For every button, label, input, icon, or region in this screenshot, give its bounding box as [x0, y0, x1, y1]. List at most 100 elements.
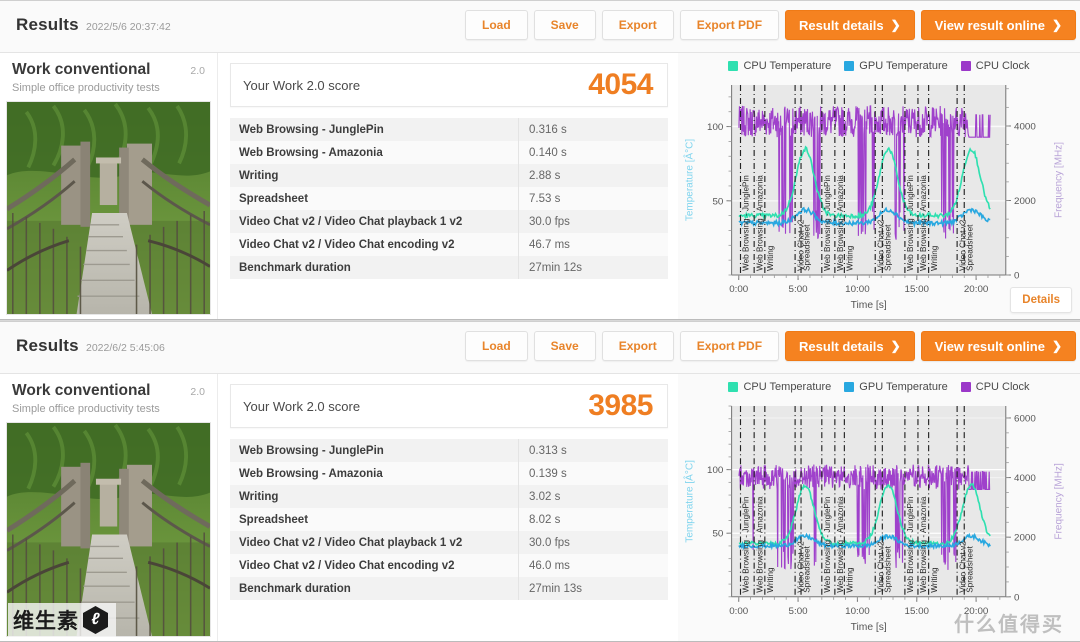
row-value: 7.53 s — [518, 187, 668, 210]
row-label: Writing — [239, 490, 279, 503]
table-row: Web Browsing - JunglePin 0.313 s — [230, 439, 668, 462]
view-result-online-button[interactable]: View result online ❯ — [920, 10, 1076, 40]
view-result-online-button[interactable]: View result online ❯ — [920, 331, 1076, 361]
row-label: Video Chat v2 / Video Chat playback 1 v2 — [239, 215, 463, 228]
svg-text:Web Browsing - Amazonia: Web Browsing - Amazonia — [918, 496, 928, 593]
result-details-button[interactable]: Result details ❯ — [785, 331, 915, 361]
svg-text:Web Browsing - JunglePin: Web Browsing - JunglePin — [741, 496, 751, 593]
export-button[interactable]: Export — [601, 331, 674, 361]
svg-text:2000: 2000 — [1014, 533, 1036, 544]
result-details-button[interactable]: Result details ❯ — [785, 10, 915, 40]
score-and-detail-column: Your Work 2.0 score 3985 Web Browsing - … — [218, 374, 678, 641]
score-box: Your Work 2.0 score 4054 — [230, 63, 668, 107]
row-value: 27min 12s — [518, 256, 668, 279]
svg-text:Time [s]: Time [s] — [851, 300, 887, 311]
row-label: Benchmark duration — [239, 261, 351, 274]
score-label: Your Work 2.0 score — [243, 77, 361, 93]
monitoring-chart-column: CPU Temperature GPU Temperature CPU Cloc… — [678, 374, 1080, 641]
result-panel-top: Results 2022/5/6 20:37:42 Load Save Expo… — [0, 0, 1080, 320]
table-row: Benchmark duration 27min 12s — [230, 256, 668, 279]
chevron-right-icon: ❯ — [890, 18, 901, 32]
svg-text:Writing: Writing — [845, 567, 855, 593]
export-pdf-button[interactable]: Export PDF — [679, 331, 780, 361]
test-info-column: Work conventional Simple office producti… — [0, 53, 218, 319]
svg-text:Time [s]: Time [s] — [851, 622, 887, 633]
watermark-text: 维生素 — [13, 610, 79, 633]
chart-legend: CPU Temperature GPU Temperature CPU Cloc… — [678, 381, 1080, 393]
test-subtitle: Simple office productivity tests — [12, 403, 160, 415]
header-button-group: Load Save Export Export PDF Result detai… — [464, 331, 1076, 361]
svg-text:Web Browsing - JunglePin: Web Browsing - JunglePin — [822, 496, 832, 593]
row-value: 0.316 s — [518, 118, 668, 141]
chart-legend: CPU Temperature GPU Temperature CPU Cloc… — [678, 60, 1080, 72]
row-value: 8.02 s — [518, 508, 668, 531]
legend-item-cpu-clock: CPU Clock — [960, 60, 1030, 72]
row-value: 46.0 ms — [518, 554, 668, 577]
watermark-logo-letter: ℓ — [91, 611, 100, 628]
svg-text:Spreadsheet: Spreadsheet — [801, 224, 811, 271]
view-result-online-label: View result online — [934, 17, 1045, 33]
table-row: Video Chat v2 / Video Chat playback 1 v2… — [230, 210, 668, 233]
table-row: Web Browsing - Amazonia 0.139 s — [230, 462, 668, 485]
sub-results-table: Web Browsing - JunglePin 0.313 s Web Brow… — [230, 439, 668, 600]
save-button[interactable]: Save — [533, 331, 596, 361]
page-title: Results — [16, 15, 79, 34]
svg-text:100: 100 — [707, 465, 723, 476]
details-button[interactable]: Details — [1010, 287, 1072, 313]
row-label: Writing — [239, 169, 279, 182]
table-row: Spreadsheet 7.53 s — [230, 187, 668, 210]
svg-text:Web Browsing - JunglePin: Web Browsing - JunglePin — [822, 175, 832, 271]
legend-label: GPU Temperature — [859, 60, 948, 72]
export-pdf-button[interactable]: Export PDF — [679, 10, 780, 40]
svg-text:Writing: Writing — [844, 245, 854, 271]
svg-text:0:00: 0:00 — [729, 606, 748, 617]
row-value: 3.02 s — [518, 485, 668, 508]
svg-text:0:00: 0:00 — [729, 284, 748, 295]
legend-swatch-icon — [844, 382, 855, 392]
score-and-detail-column: Your Work 2.0 score 4054 Web Browsing - … — [218, 53, 678, 319]
legend-label: CPU Clock — [975, 60, 1030, 72]
legend-swatch-icon — [728, 61, 739, 71]
panel-header: Results 2022/5/6 20:37:42 Load Save Expo… — [0, 1, 1080, 53]
row-label: Web Browsing - Amazonia — [239, 146, 383, 159]
row-label: Benchmark duration — [239, 582, 351, 595]
panel-body: Work conventional Simple office producti… — [0, 53, 1080, 319]
svg-text:0: 0 — [1014, 271, 1019, 282]
svg-text:10:00: 10:00 — [845, 606, 869, 617]
legend-item-gpu-temperature: GPU Temperature — [844, 60, 948, 72]
load-button[interactable]: Load — [464, 331, 528, 361]
svg-text:Web Browsing - JunglePin: Web Browsing - JunglePin — [905, 175, 915, 271]
svg-text:20:00: 20:00 — [964, 606, 988, 617]
test-subtitle: Simple office productivity tests — [12, 82, 160, 94]
svg-text:Spreadsheet: Spreadsheet — [801, 546, 811, 593]
svg-text:50: 50 — [712, 529, 723, 540]
row-value: 0.140 s — [518, 141, 668, 164]
row-value: 0.139 s — [518, 462, 668, 485]
save-button[interactable]: Save — [533, 10, 596, 40]
svg-text:50: 50 — [712, 196, 723, 207]
score-label: Your Work 2.0 score — [243, 398, 361, 414]
legend-swatch-icon — [960, 61, 971, 71]
chevron-right-icon: ❯ — [890, 339, 901, 353]
result-panel-bottom: Results 2022/6/2 5:45:06 Load Save Expor… — [0, 321, 1080, 642]
legend-swatch-icon — [728, 382, 739, 392]
row-value: 30.0 fps — [518, 531, 668, 554]
table-row: Web Browsing - Amazonia 0.140 s — [230, 141, 668, 164]
table-row: Video Chat v2 / Video Chat encoding v2 46… — [230, 233, 668, 256]
table-row: Benchmark duration 27min 13s — [230, 577, 668, 600]
svg-text:Frequency [MHz]: Frequency [MHz] — [1053, 463, 1064, 539]
svg-text:Web Browsing - JunglePin: Web Browsing - JunglePin — [905, 496, 915, 593]
svg-text:Temperature [Â°C]: Temperature [Â°C] — [682, 139, 695, 221]
svg-text:Web Browsing - Amazonia: Web Browsing - Amazonia — [754, 496, 764, 593]
svg-text:5:00: 5:00 — [789, 284, 808, 295]
bridge-photo — [7, 102, 210, 314]
export-button[interactable]: Export — [601, 10, 674, 40]
row-value: 2.88 s — [518, 164, 668, 187]
result-details-label: Result details — [799, 338, 884, 354]
score-value: 3985 — [588, 389, 653, 422]
table-row: Video Chat v2 / Video Chat playback 1 v2… — [230, 531, 668, 554]
header-button-group: Load Save Export Export PDF Result detai… — [464, 10, 1076, 40]
svg-text:4000: 4000 — [1014, 473, 1036, 484]
table-row: Web Browsing - JunglePin 0.316 s — [230, 118, 668, 141]
load-button[interactable]: Load — [464, 10, 528, 40]
